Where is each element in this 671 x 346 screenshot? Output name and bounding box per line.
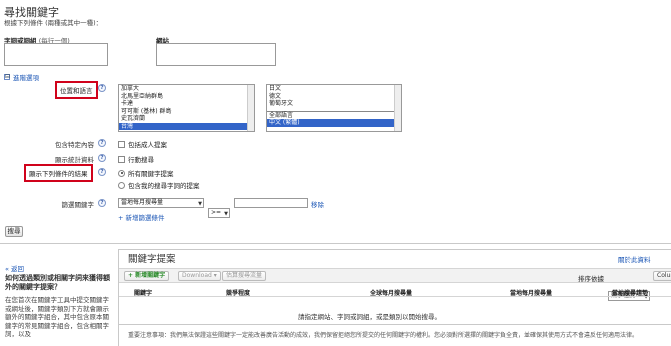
filter-keywords-label: 篩選關鍵字 <box>61 201 95 209</box>
adult-checkbox-row[interactable]: 包括成人提案 <box>118 139 167 149</box>
words-textarea[interactable] <box>4 43 108 66</box>
columns-button[interactable]: Colum <box>653 271 671 281</box>
radio-all[interactable] <box>118 169 125 177</box>
advanced-options-toggle[interactable]: ⊟ 進階選項 <box>4 72 39 82</box>
page-subtitle: 根據下列條件 (兩種或其中一種)： <box>4 19 103 27</box>
column-global-searches[interactable]: 全球每月搜尋量 <box>370 288 412 297</box>
location-option-selected[interactable]: 台灣 <box>119 122 254 130</box>
column-local-trend[interactable]: 當地搜尋趨勢 <box>612 288 648 297</box>
radio-mine-row[interactable]: 包含我的搜尋字詞的提案 <box>118 180 200 190</box>
location-option[interactable]: 卡達 <box>119 100 254 108</box>
chevron-down-icon: ▾ <box>213 272 217 279</box>
mobile-checkbox-row[interactable]: 行動搜尋 <box>118 154 154 164</box>
language-scrollbar[interactable] <box>394 85 401 131</box>
results-title: 關鍵字提案 <box>128 254 176 265</box>
search-button[interactable]: 搜尋 <box>5 226 23 237</box>
column-competition[interactable]: 競爭程度 <box>226 288 250 297</box>
adult-checkbox-label: 包括成人提案 <box>128 141 167 149</box>
filter-results-label: 顯示下列條件的結果 <box>24 164 93 182</box>
radio-mine[interactable] <box>118 181 125 189</box>
footer-note: 重要注意事項：我們無法保證這些關鍵字一定能改善廣告活動的成效，我們保留拒絕您所提… <box>128 332 639 339</box>
advanced-options-label: 進階選項 <box>13 74 39 82</box>
location-option[interactable]: 史瓦濟蘭 <box>119 115 254 123</box>
section-divider <box>0 243 671 244</box>
estimate-traffic-button[interactable]: 估算搜尋流量 <box>222 271 267 281</box>
radio-mine-label: 包含我的搜尋字詞的提案 <box>128 182 200 190</box>
location-scrollbar[interactable] <box>247 85 254 131</box>
add-keyword-button[interactable]: + 新增關鍵字 <box>124 271 170 281</box>
download-button[interactable]: Download ▾ <box>178 271 221 281</box>
language-option-selected[interactable]: 中文 (繁體) <box>267 119 401 127</box>
back-link[interactable]: « 返回 <box>5 263 24 273</box>
location-option[interactable]: 可可斯 (基林) 群島 <box>119 108 254 116</box>
help-icon[interactable]: ? <box>98 154 106 162</box>
help-icon[interactable]: ? <box>98 139 106 147</box>
sort-label: 排序依據 <box>578 275 604 283</box>
collapse-icon: ⊟ <box>4 73 11 80</box>
website-input[interactable] <box>156 43 276 66</box>
sidebar-heading: 如何透過類別或相關字詞來獲得額外的關鍵字提案？ <box>5 274 110 291</box>
filter-operator-select[interactable]: >= ▼ <box>208 208 230 218</box>
radio-all-label: 所有關鍵字提案 <box>128 170 174 178</box>
sidebar-body: 在您首次在關鍵字工具中提交關鍵字或網址後，關鍵字類別下方就會顯示額外的關鍵字組合… <box>5 296 109 339</box>
results-divider <box>119 324 671 325</box>
help-icon[interactable]: ? <box>98 84 106 92</box>
stats-label: 顯示統計資料 <box>55 156 94 164</box>
filter-value-input[interactable] <box>234 198 308 208</box>
column-local-searches[interactable]: 當地每月搜尋量 <box>510 288 552 297</box>
content-label: 包含特定內容 <box>55 141 94 149</box>
language-listbox[interactable]: 日文 德文 葡萄牙文 全部語言 中文 (繁體) <box>266 84 402 132</box>
column-keyword[interactable]: 關鍵字 <box>134 288 152 297</box>
mobile-checkbox-label: 行動搜尋 <box>128 156 154 164</box>
chevron-down-icon: ▼ <box>198 201 202 207</box>
mobile-checkbox[interactable] <box>118 155 125 163</box>
language-option[interactable]: 全部語言 <box>267 112 401 120</box>
help-icon[interactable]: ? <box>98 168 106 176</box>
help-icon[interactable]: ? <box>98 199 106 207</box>
language-option[interactable]: 葡萄牙文 <box>267 100 401 108</box>
location-language-label: 位置和語言 <box>55 81 98 99</box>
location-listbox[interactable]: 加拿大 北馬里亞納群島 卡達 可可斯 (基林) 群島 史瓦濟蘭 台灣 <box>118 84 255 132</box>
add-filter-link[interactable]: + 新增篩選條件 <box>118 212 165 222</box>
filter-metric-select[interactable]: 當地每月搜尋量 ▼ <box>118 198 204 208</box>
chevron-down-icon: ▼ <box>224 211 228 217</box>
radio-all-row[interactable]: 所有關鍵字提案 <box>118 168 174 178</box>
location-option[interactable]: 北馬里亞納群島 <box>119 93 254 101</box>
location-option[interactable]: 加拿大 <box>119 85 254 93</box>
language-option[interactable]: 德文 <box>267 93 401 101</box>
about-data-link[interactable]: 關於此資料 <box>618 254 651 264</box>
language-option[interactable]: 日文 <box>267 85 401 93</box>
adult-checkbox[interactable] <box>118 140 125 148</box>
empty-message: 請指定網站、字詞或詞組，或是類別以開始搜尋。 <box>298 313 441 321</box>
remove-filter-link[interactable]: 移除 <box>311 199 324 209</box>
